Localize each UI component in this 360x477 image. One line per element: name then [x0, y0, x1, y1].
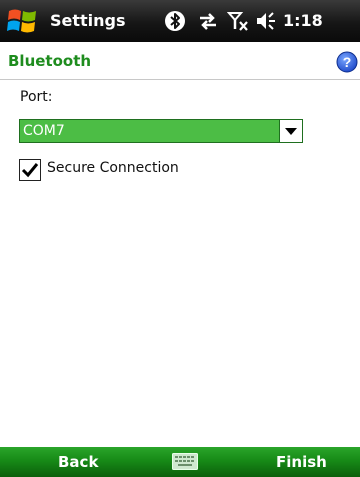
windows-start-icon[interactable]	[6, 5, 40, 37]
connectivity-arrows-icon[interactable]	[197, 10, 219, 32]
menu-bar: Back Finish	[0, 447, 360, 477]
app-title: Settings	[50, 11, 126, 30]
page-title: Bluetooth	[8, 52, 92, 70]
title-bar: Settings 1:18	[0, 0, 360, 42]
clock[interactable]: 1:18	[283, 0, 323, 42]
bluetooth-icon[interactable]	[164, 10, 186, 32]
no-signal-icon[interactable]	[226, 10, 249, 32]
page-header: Bluetooth ?	[0, 43, 360, 80]
speaker-icon[interactable]	[255, 10, 277, 32]
secure-connection-checkbox[interactable]	[19, 159, 41, 181]
port-label: Port:	[20, 89, 53, 105]
secure-connection-label[interactable]: Secure Connection	[47, 160, 179, 176]
svg-text:?: ?	[343, 54, 352, 70]
chevron-down-icon[interactable]	[279, 120, 302, 142]
help-icon[interactable]: ?	[336, 51, 358, 73]
port-dropdown-value: COM7	[23, 123, 65, 139]
back-softkey[interactable]: Back	[58, 447, 98, 477]
keyboard-icon[interactable]	[172, 453, 198, 470]
checkmark-icon	[21, 163, 39, 178]
port-dropdown[interactable]: COM7	[19, 119, 303, 143]
finish-softkey[interactable]: Finish	[276, 447, 327, 477]
